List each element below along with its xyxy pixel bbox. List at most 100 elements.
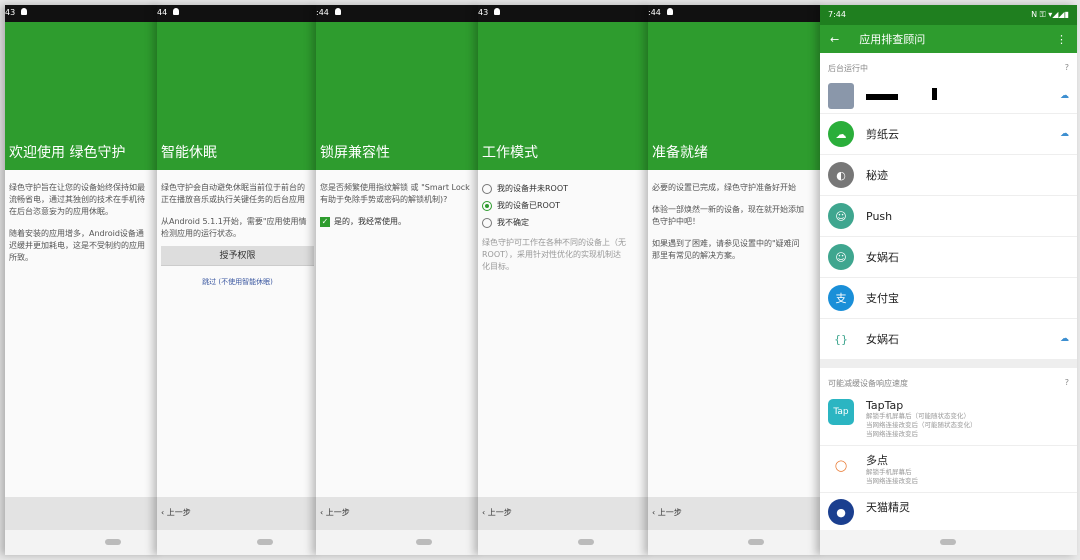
text: 绿色守护旨在让您的设备始终保持如最 bbox=[9, 183, 145, 192]
app-icon: 支 bbox=[828, 285, 854, 311]
app-name: Push bbox=[866, 209, 893, 223]
checkbox-label: 是的，我经常使用。 bbox=[334, 217, 406, 226]
app-icon: {} bbox=[828, 326, 854, 352]
work-mode-screen: 43 工作模式 我的设备并未ROOT 我的设备已ROOT 我不确定 绿色守护可工… bbox=[478, 5, 650, 555]
home-button[interactable] bbox=[105, 539, 121, 545]
app-detail: 当网络连接改变后 bbox=[866, 430, 918, 438]
smart-hibernation-screen: 44 智能休眠 绿色守护会自动避免休眠当前位于前台的 正在播放音乐或执行关键任务… bbox=[157, 5, 318, 555]
text: 随着安装的应用增多，Android设备通 bbox=[9, 229, 144, 238]
app-advisor-screen: 7:44 N ⚿ ▾◢◢▮ ← 应用排查顾问 ⋮ 后台运行中? ☁ ☁ 剪纸云 ☁ ◐ 秘… bbox=[820, 5, 1077, 555]
text: 那里有常见的解决方案。 bbox=[652, 251, 740, 260]
help-icon[interactable]: ? bbox=[1065, 378, 1069, 389]
text: 必要的设置已完成，绿色守护准备好开始 bbox=[652, 183, 796, 192]
list-item[interactable]: ☁ 剪纸云 ☁ bbox=[820, 114, 1077, 155]
check-icon: ✓ bbox=[320, 217, 330, 227]
text: 如果遇到了困难，请参见设置中的"疑难问 bbox=[652, 239, 800, 248]
grant-permission-button[interactable]: 授予权限 bbox=[161, 246, 314, 266]
page-title: 锁屏兼容性 bbox=[320, 145, 390, 161]
radio-unsure[interactable]: 我不确定 bbox=[482, 217, 646, 229]
app-bar: ← 应用排查顾问 ⋮ bbox=[820, 25, 1077, 53]
back-label: 上一步 bbox=[166, 508, 191, 517]
list-item[interactable]: ☺ Push bbox=[820, 196, 1077, 237]
page-title: 应用排查顾问 bbox=[859, 33, 926, 46]
list-item[interactable]: ☺ 女娲石 bbox=[820, 237, 1077, 278]
qq-icon bbox=[334, 8, 341, 15]
qq-icon bbox=[494, 8, 501, 15]
radio-label: 我的设备已ROOT bbox=[497, 201, 561, 210]
radio-rooted[interactable]: 我的设备已ROOT bbox=[482, 200, 646, 212]
more-menu-icon[interactable]: ⋮ bbox=[1056, 33, 1067, 46]
radio-not-root[interactable]: 我的设备并未ROOT bbox=[482, 183, 646, 195]
home-button[interactable] bbox=[416, 539, 432, 545]
nav-bar bbox=[5, 530, 160, 555]
back-button[interactable]: ‹ 上一步 bbox=[478, 497, 650, 530]
back-button[interactable]: ‹ 上一步 bbox=[648, 497, 822, 530]
qq-icon bbox=[21, 8, 28, 15]
cloud-icon: ☁ bbox=[1060, 129, 1069, 139]
list-item-redacted[interactable]: ☁ bbox=[820, 78, 1077, 114]
app-name: 多点 bbox=[866, 454, 888, 467]
skip-link[interactable]: 跳过 (不使用智能休眠) bbox=[161, 276, 314, 288]
page-title: 准备就绪 bbox=[652, 145, 708, 161]
home-button[interactable] bbox=[748, 539, 764, 545]
app-detail: 解锁手机屏幕后（可能随状态变化） bbox=[866, 412, 970, 420]
app-name: 天猫精灵 bbox=[866, 501, 910, 514]
app-icon bbox=[828, 82, 854, 109]
list-item[interactable]: Tap TapTap 解锁手机屏幕后（可能随状态变化） 当网络连接改变后（可能随状态变… bbox=[820, 393, 1077, 446]
status-time: :44 bbox=[316, 8, 329, 17]
text: 体验一部焕然一新的设备，现在就开始添加 bbox=[652, 205, 804, 214]
app-name: 女娲石 bbox=[866, 333, 899, 346]
back-arrow-icon[interactable]: ← bbox=[830, 33, 839, 46]
app-name: 女娲石 bbox=[866, 251, 899, 264]
text: 在后台恣意妄为的应用休眠。 bbox=[9, 207, 113, 216]
app-detail: 解锁手机屏幕后 bbox=[866, 468, 912, 476]
back-button[interactable]: ‹ 上一步 bbox=[316, 497, 480, 530]
text: 您是否频繁使用指纹解锁 或 "Smart Lock bbox=[320, 183, 470, 192]
list-item[interactable]: {} 女娲石 ☁ bbox=[820, 319, 1077, 360]
use-checkbox[interactable]: ✓ 是的，我经常使用。 bbox=[320, 216, 476, 228]
status-time: 43 bbox=[5, 8, 16, 17]
qq-icon bbox=[666, 8, 673, 15]
app-name: 剪纸云 bbox=[866, 128, 899, 141]
redacted-name bbox=[866, 88, 1048, 103]
list-item[interactable]: ◯ 多点 解锁手机屏幕后 当网络连接改变后 bbox=[820, 446, 1077, 493]
app-detail: 当网络连接改变后（可能随状态变化） bbox=[866, 421, 977, 429]
text: 正在播放音乐或执行关键任务的后台应用 bbox=[161, 195, 305, 204]
home-button[interactable] bbox=[578, 539, 594, 545]
status-bar: 43 bbox=[5, 5, 160, 22]
section-header: 后台运行中 bbox=[828, 64, 868, 73]
section-header: 可能减缓设备响应速度 bbox=[828, 379, 908, 388]
app-name: 秘迹 bbox=[866, 169, 888, 182]
list-item[interactable]: 支支付宝 bbox=[820, 278, 1077, 319]
back-label: 上一步 bbox=[325, 508, 350, 517]
app-icon: ● bbox=[828, 499, 854, 525]
lockscreen-compat-screen: :44 锁屏兼容性 您是否频繁使用指纹解锁 或 "Smart Lock 有助于免… bbox=[316, 5, 480, 555]
text: 检测应用的运行状态。 bbox=[161, 229, 241, 238]
back-button[interactable]: ‹ 上一步 bbox=[157, 497, 318, 530]
app-icon: ☁ bbox=[828, 121, 854, 147]
ready-screen: :44 准备就绪 必要的设置已完成，绿色守护准备好开始 体验一部焕然一新的设备，… bbox=[648, 5, 822, 555]
status-time: 44 bbox=[157, 8, 168, 17]
text: 所致。 bbox=[9, 253, 33, 262]
radio-label: 我不确定 bbox=[497, 218, 529, 227]
back-label: 上一步 bbox=[487, 508, 512, 517]
home-button[interactable] bbox=[257, 539, 273, 545]
app-icon: Tap bbox=[828, 399, 854, 425]
qq-icon bbox=[173, 8, 180, 15]
status-bar: 7:44 N ⚿ ▾◢◢▮ bbox=[820, 5, 1077, 25]
welcome-screen: 43 欢迎使用 绿色守护 绿色守护旨在让您的设备始终保持如最 流畅省电，通过其独… bbox=[5, 5, 160, 555]
text: 迟缓并更加耗电，这是不受制约的应用 bbox=[9, 241, 145, 250]
list-item[interactable]: ◐ 秘迹 bbox=[820, 155, 1077, 196]
app-icon: ☺ bbox=[828, 244, 854, 270]
text: 色守护中吧！ bbox=[652, 217, 700, 226]
status-time: 7:44 bbox=[828, 10, 846, 19]
cloud-icon: ☁ bbox=[1060, 90, 1069, 101]
status-time: :44 bbox=[648, 8, 661, 17]
radio-label: 我的设备并未ROOT bbox=[497, 184, 569, 193]
divider bbox=[820, 360, 1077, 368]
list-item[interactable]: ● 天猫精灵 bbox=[820, 493, 1077, 532]
home-button[interactable] bbox=[940, 539, 956, 545]
signal-icons: N ⚿ ▾◢◢▮ bbox=[1031, 10, 1069, 19]
page-title: 智能休眠 bbox=[161, 145, 217, 161]
help-icon[interactable]: ? bbox=[1065, 63, 1069, 74]
